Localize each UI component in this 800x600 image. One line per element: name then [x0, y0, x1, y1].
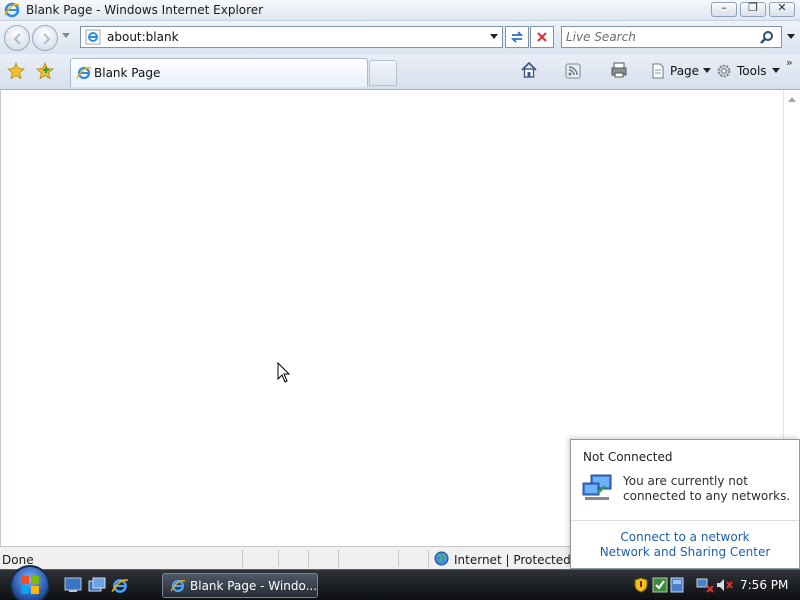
address-url: about:blank [107, 30, 179, 44]
address-dropdown-button[interactable] [490, 34, 498, 39]
globe-icon [434, 551, 449, 566]
chevron-down-icon [703, 68, 711, 73]
search-input[interactable] [566, 29, 756, 45]
chevron-down-icon [787, 34, 795, 39]
restore-icon: ❐ [748, 1, 758, 14]
volume-muted-icon[interactable] [716, 577, 734, 593]
mouse-cursor-icon [277, 362, 291, 383]
ie-logo-icon [170, 579, 186, 593]
more-commands-icon[interactable]: » [786, 56, 793, 69]
command-bar: Blank Page Page Tools » [0, 54, 800, 127]
chevron-down-icon [772, 68, 780, 73]
forward-arrow-icon [43, 33, 51, 45]
navigation-bar: about:blank [0, 21, 800, 54]
close-icon: ✕ [777, 1, 787, 14]
status-divider [308, 550, 309, 567]
refresh-button[interactable] [505, 26, 529, 48]
switch-windows-icon[interactable] [88, 577, 106, 593]
network-sharing-center-link[interactable]: Network and Sharing Center [571, 545, 799, 559]
restore-button[interactable]: ❐ [740, 1, 766, 17]
chevron-down-icon [490, 34, 498, 39]
ie-page-icon [76, 66, 92, 80]
taskbar: Blank Page - Windo... 7:56 PM [0, 565, 800, 600]
network-popup-message: You are currently not connected to any n… [623, 474, 791, 503]
close-button[interactable]: ✕ [769, 1, 795, 17]
popup-divider [571, 520, 799, 521]
security-zone-text[interactable]: Internet | Protected M [454, 553, 585, 567]
stop-icon [537, 32, 547, 42]
windows-defender-icon[interactable] [652, 577, 668, 593]
status-divider [242, 550, 243, 567]
tab-label: Blank Page [94, 66, 161, 80]
status-divider [338, 550, 339, 567]
page-menu-label: Page [670, 64, 700, 78]
favorites-center-icon[interactable] [7, 62, 25, 80]
scroll-up-arrow-icon[interactable] [788, 96, 796, 102]
taskbar-button-label: Blank Page - Windo... [190, 579, 318, 593]
gear-icon [717, 64, 731, 78]
ie-logo-icon [4, 2, 20, 18]
tab-blank-page[interactable]: Blank Page [70, 58, 368, 87]
network-status-popup: Not Connected You are currently not conn… [570, 439, 800, 569]
windows-logo-icon [21, 576, 39, 594]
ie-quicklaunch-icon[interactable] [111, 577, 129, 595]
back-arrow-icon [13, 33, 21, 45]
security-shield-icon[interactable] [634, 577, 648, 593]
network-disconnected-icon[interactable] [696, 577, 714, 593]
window-title: Blank Page - Windows Internet Explorer [26, 3, 264, 17]
taskbar-button-ie[interactable]: Blank Page - Windo... [162, 573, 318, 598]
recent-pages-dropdown[interactable] [62, 33, 70, 41]
minimize-button[interactable]: – [711, 1, 737, 17]
feeds-icon[interactable] [565, 61, 581, 81]
ie-page-icon [85, 29, 101, 45]
search-box[interactable] [561, 26, 782, 48]
tools-menu-label: Tools [737, 64, 767, 78]
search-options-dropdown[interactable] [787, 34, 795, 39]
forward-button[interactable] [32, 25, 58, 51]
status-divider [428, 550, 429, 567]
chevron-down-icon [62, 33, 70, 38]
sidebar-icon[interactable] [670, 577, 684, 593]
print-icon[interactable] [610, 60, 628, 80]
connect-to-network-link[interactable]: Connect to a network [571, 530, 799, 544]
address-field[interactable]: about:blank [80, 26, 503, 48]
search-icon[interactable] [759, 30, 775, 46]
status-divider [398, 550, 399, 567]
status-divider [278, 550, 279, 567]
start-button[interactable] [10, 565, 50, 600]
minimize-icon: – [721, 1, 727, 14]
disconnected-network-icon [582, 474, 612, 500]
add-favorites-icon[interactable] [36, 62, 56, 80]
show-desktop-icon[interactable] [64, 577, 82, 593]
system-clock[interactable]: 7:56 PM [740, 578, 788, 592]
network-popup-title: Not Connected [583, 450, 673, 464]
page-icon [652, 63, 664, 79]
new-tab-button[interactable] [369, 60, 397, 86]
stop-button[interactable] [530, 26, 554, 48]
title-bar: Blank Page - Windows Internet Explorer –… [0, 0, 800, 21]
back-button[interactable] [4, 25, 30, 51]
page-menu-button[interactable]: Page [650, 62, 712, 82]
home-icon[interactable] [520, 60, 538, 80]
refresh-icon [510, 31, 524, 43]
tools-menu-button[interactable]: Tools [716, 62, 782, 82]
